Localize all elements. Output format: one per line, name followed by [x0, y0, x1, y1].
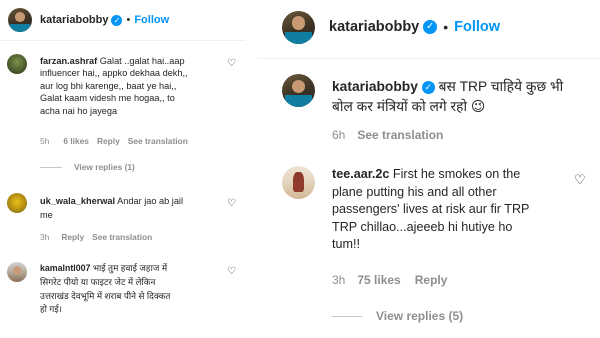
comment-body: uk_wala_kherwal Andar jao ab jail me — [40, 194, 228, 222]
comment-text-line: Galat ..galat hai..aap — [99, 56, 185, 66]
view-replies-label[interactable]: View replies (5) — [376, 309, 463, 323]
panel-gap — [246, 0, 258, 338]
comment-username[interactable]: kamalntl007 — [40, 263, 90, 273]
right-comments-panel: katariabobby ✓ • Follow katariabobby ✓ ब… — [258, 0, 600, 338]
reply-button[interactable]: Reply — [61, 232, 84, 242]
header-divider — [258, 58, 600, 59]
comment-text-line: influencer hai,, appko dekhaa dekh,, — [40, 68, 188, 79]
avatar[interactable] — [282, 74, 315, 107]
comment-body: tee.aar.2c First he smokes on the plane … — [332, 166, 564, 254]
comment-text-line: plane putting his and all other — [332, 184, 497, 199]
header-username[interactable]: katariabobby — [40, 14, 108, 26]
comment-text-line: हो गई। — [40, 304, 62, 315]
comment-username[interactable]: tee.aar.2c — [332, 167, 389, 181]
comment-meta: 3h Reply See translation — [40, 232, 152, 242]
likes-count[interactable]: 75 likes — [357, 273, 400, 287]
separator-dot: • — [443, 19, 449, 35]
comment-text-line: सिगरेट पीयो या फाइटर जेट में लेकिन — [40, 276, 156, 287]
separator-dot: • — [126, 14, 131, 26]
comment-time: 5h — [40, 136, 50, 146]
comment-meta: 5h 6 likes Reply See translation — [40, 136, 188, 146]
header-username[interactable]: katariabobby — [329, 19, 419, 35]
comment-text-line: भाई तुम हवाई जहाज में — [92, 263, 168, 273]
caption-time: 6h — [332, 128, 346, 142]
comment-text-line: Andar jao ab jail — [117, 196, 184, 206]
view-replies-button[interactable]: View replies (1) — [40, 162, 135, 172]
comment-text-line: aur log bhi karenge,, baat ye hai,, — [40, 80, 177, 91]
comment-text-line: tum!! — [332, 237, 360, 252]
comment-text-line: First he smokes on the — [392, 167, 521, 181]
comment-body: kamalntl007 भाई तुम हवाई जहाज में सिगरेट… — [40, 262, 226, 317]
avatar[interactable] — [7, 193, 27, 213]
comment-time: 3h — [40, 232, 50, 242]
left-post-header: katariabobby ✓ • Follow — [8, 6, 169, 34]
see-translation-button[interactable]: See translation — [128, 136, 188, 146]
header-divider — [0, 40, 246, 41]
view-replies-label[interactable]: View replies (1) — [74, 162, 135, 172]
caption-text-line: बस TRP चाहिये कुछ भी — [438, 79, 564, 94]
reply-button[interactable]: Reply — [415, 273, 448, 287]
comment-time: 3h — [332, 273, 346, 287]
see-translation-button[interactable]: See translation — [92, 232, 152, 242]
avatar[interactable] — [7, 262, 27, 282]
heart-outline-icon[interactable]: ♡ — [574, 172, 586, 188]
likes-count[interactable]: 6 likes — [63, 136, 89, 146]
comment-username[interactable]: uk_wala_kherwal — [40, 196, 115, 206]
comment-text-line: उत्तराखंड देवभूमि में शराब पीने से दिक्क… — [40, 290, 171, 301]
verified-badge-icon: ✓ — [423, 20, 438, 34]
replies-line — [40, 166, 62, 168]
comment-text-line: acha nai ho jayega — [40, 105, 118, 116]
comment-body: farzan.ashraf Galat ..galat hai..aap inf… — [40, 55, 228, 117]
see-translation-button[interactable]: See translation — [357, 128, 443, 142]
comment-text-line: Galat kaam videsh me hogaa,, to — [40, 93, 175, 104]
comment-text-line: TRP chillao...ajeeeb hi hutiye ho — [332, 219, 513, 234]
heart-outline-icon[interactable]: ♡ — [227, 198, 236, 209]
comment-username[interactable]: farzan.ashraf — [40, 56, 97, 66]
reply-button[interactable]: Reply — [97, 136, 120, 146]
caption-meta: 6h See translation — [332, 128, 443, 142]
comment-meta: 3h 75 likes Reply — [332, 273, 447, 287]
avatar[interactable] — [8, 8, 32, 32]
caption-username[interactable]: katariabobby — [332, 79, 418, 94]
caption-body: katariabobby ✓ बस TRP चाहिये कुछ भी बोल … — [332, 77, 594, 117]
verified-badge-icon: ✓ — [421, 81, 435, 94]
view-replies-button[interactable]: View replies (5) — [332, 309, 463, 323]
avatar[interactable] — [282, 10, 315, 44]
heart-outline-icon[interactable]: ♡ — [227, 266, 236, 277]
comment-text-line: passengers' lives at risk aur fir TRP — [332, 202, 530, 217]
verified-badge-icon: ✓ — [111, 14, 123, 26]
caption-emoji: 😉 — [470, 99, 486, 114]
follow-button[interactable]: Follow — [454, 19, 500, 35]
comment-text-line: me — [40, 210, 53, 220]
left-comments-panel: katariabobby ✓ • Follow farzan.ashraf Ga… — [0, 0, 247, 338]
avatar[interactable] — [7, 54, 27, 74]
heart-outline-icon[interactable]: ♡ — [227, 58, 236, 69]
right-post-header: katariabobby ✓ • Follow — [282, 10, 500, 44]
avatar[interactable] — [282, 166, 315, 199]
follow-button[interactable]: Follow — [134, 14, 169, 26]
replies-line — [332, 315, 362, 317]
caption-text-line: बोल कर मंत्रियों को लगे रहो — [332, 99, 468, 114]
